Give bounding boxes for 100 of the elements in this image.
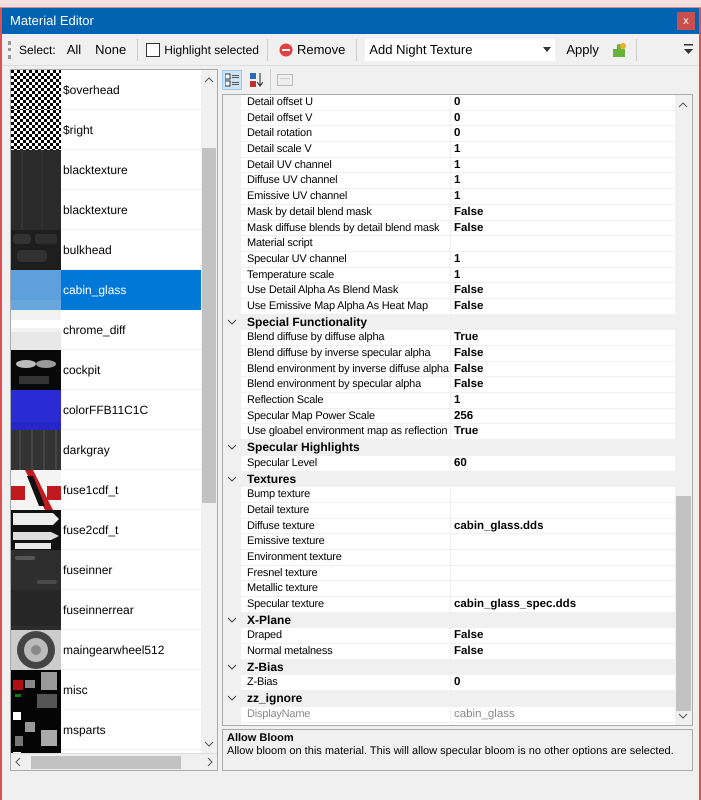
property-name[interactable]: Diffuse texture — [241, 518, 451, 534]
property-name[interactable]: Material script — [241, 236, 451, 252]
property-name[interactable]: Emissive UV channel — [241, 189, 451, 205]
property-value[interactable]: cabin_glass.dds — [451, 518, 675, 534]
remove-icon — [278, 42, 293, 56]
category-header[interactable]: zz_ignore — [241, 691, 675, 707]
description-title: Allow Bloom — [227, 732, 295, 745]
select-all-button[interactable]: All — [64, 38, 84, 60]
property-name[interactable]: Draped — [241, 628, 451, 644]
chevron-icon[interactable] — [227, 617, 237, 624]
material-item[interactable]: misc — [11, 670, 201, 710]
property-name[interactable]: Blend diffuse by diffuse alpha — [241, 330, 451, 346]
scrollbar-thumb[interactable] — [676, 496, 691, 711]
property-name[interactable]: Temperature scale — [241, 268, 451, 284]
material-item[interactable]: blacktexture — [11, 150, 201, 190]
material-item[interactable]: $overhead — [11, 70, 201, 110]
material-item[interactable]: bulkhead — [11, 230, 201, 270]
property-value[interactable]: 1 — [451, 142, 675, 158]
property-name[interactable]: Detail offset U — [241, 95, 451, 111]
property-name[interactable]: Blend diffuse by inverse specular alpha — [241, 346, 451, 362]
property-value[interactable]: 1 — [451, 393, 675, 409]
chevron-icon[interactable] — [227, 476, 237, 483]
category-header[interactable]: Z-Bias — [241, 660, 675, 676]
property-name[interactable]: Detail texture — [241, 502, 451, 519]
chevron-icon[interactable] — [227, 444, 237, 452]
property-name[interactable]: Specular Map Power Scale — [241, 408, 451, 424]
property-value[interactable]: 1 — [451, 158, 675, 174]
material-item[interactable]: fuseinner — [11, 550, 201, 590]
material-item[interactable]: cabin_glass — [11, 270, 201, 310]
categorized-view-button[interactable] — [222, 70, 242, 90]
chevron-icon[interactable] — [227, 695, 237, 702]
property-pages-icon — [277, 74, 293, 86]
material-item[interactable]: chrome_diff — [11, 310, 201, 350]
property-name[interactable]: Blend environment by inverse diffuse alpha — [241, 362, 451, 378]
checkbox[interactable] — [146, 42, 160, 56]
property-value[interactable]: False — [451, 346, 675, 362]
description-text: Allow bloom on this material. This will allow specular bloom is no other options are selected. — [227, 745, 675, 758]
property-value[interactable]: False — [451, 362, 675, 378]
property-name[interactable]: Detail offset V — [241, 110, 451, 126]
scrollbar-thumb[interactable] — [31, 756, 181, 768]
material-item[interactable]: fuse2cdf_t — [11, 510, 201, 550]
property-value[interactable]: False — [451, 204, 675, 220]
property-value[interactable]: 0 — [451, 126, 675, 142]
material-item[interactable]: fuse1cdf_t — [11, 470, 201, 510]
property-name[interactable]: Mask diffuse blends by detail blend mask — [241, 220, 451, 236]
property-name[interactable]: Environment texture — [241, 550, 451, 566]
material-item[interactable]: darkgray — [11, 430, 201, 470]
close-button[interactable]: x — [677, 12, 695, 30]
category-header[interactable]: X-Plane — [241, 612, 675, 628]
category-header[interactable]: Special Functionality — [241, 314, 675, 330]
property-name[interactable]: Metallic texture — [241, 581, 451, 597]
property-name[interactable]: Blend environment by specular alpha — [241, 377, 451, 394]
window-title: Material Editor — [10, 12, 94, 30]
property-name[interactable]: Bump texture — [241, 487, 451, 503]
checkbox-label[interactable]: Highlight selected — [164, 40, 259, 58]
material-item[interactable]: msparts — [11, 710, 201, 750]
property-value[interactable]: False — [451, 283, 675, 299]
scrollbar[interactable] — [675, 95, 692, 725]
property-name[interactable]: Detail scale V — [241, 142, 451, 158]
property-name[interactable]: Fresnel texture — [241, 566, 451, 582]
material-item[interactable]: colorFFB11C1C — [11, 390, 201, 430]
property-value[interactable]: 1 — [451, 252, 675, 268]
scrollbar[interactable] — [11, 753, 217, 770]
property-value[interactable]: 1 — [451, 189, 675, 205]
property-value[interactable]: 0 — [451, 95, 675, 111]
property-name[interactable]: Use Detail Alpha As Blend Mask — [241, 283, 451, 299]
property-value[interactable]: 1 — [451, 268, 675, 284]
chevron-icon[interactable] — [227, 664, 237, 672]
property-name[interactable]: Detail rotation — [241, 126, 451, 142]
scrollbar[interactable] — [201, 70, 217, 753]
property-value[interactable]: 256 — [451, 408, 675, 424]
property-name[interactable]: Mask by detail blend mask — [241, 204, 451, 220]
material-item[interactable]: maingearwheel512 — [11, 630, 201, 670]
property-name[interactable]: Diffuse UV channel — [241, 173, 451, 190]
remove-button[interactable]: Remove — [276, 38, 348, 60]
night-texture-dropdown[interactable]: Add Night Texture — [365, 38, 556, 60]
property-value[interactable]: False — [451, 628, 675, 644]
select-none-button[interactable]: None — [92, 38, 130, 60]
overflow-icon[interactable] — [684, 44, 693, 56]
property-name[interactable]: Specular UV channel — [241, 252, 451, 268]
property-value[interactable]: 0 — [451, 110, 675, 126]
material-item[interactable]: fuseinnerrear — [11, 590, 201, 630]
property-name[interactable]: Reflection Scale — [241, 393, 451, 409]
property-name[interactable]: Detail UV channel — [241, 158, 451, 174]
property-value[interactable]: False — [451, 377, 675, 394]
material-item[interactable]: cockpit — [11, 350, 201, 390]
material-item[interactable]: $right — [11, 110, 201, 150]
category-header[interactable]: Textures — [241, 472, 675, 488]
select-label: Select: — [19, 42, 56, 58]
toolbar-grip[interactable] — [8, 40, 11, 58]
chevron-icon[interactable] — [227, 318, 237, 326]
property-value[interactable]: False — [451, 220, 675, 236]
property-name[interactable]: Emissive texture — [241, 534, 451, 550]
apply-button[interactable]: Apply — [563, 38, 602, 60]
category-header[interactable]: Specular Highlights — [241, 440, 675, 456]
property-value[interactable]: 1 — [451, 173, 675, 190]
sort-icon — [249, 72, 263, 88]
material-item[interactable]: blacktexture — [11, 190, 201, 230]
property-value[interactable]: True — [451, 330, 675, 346]
scrollbar-thumb[interactable] — [202, 148, 216, 503]
